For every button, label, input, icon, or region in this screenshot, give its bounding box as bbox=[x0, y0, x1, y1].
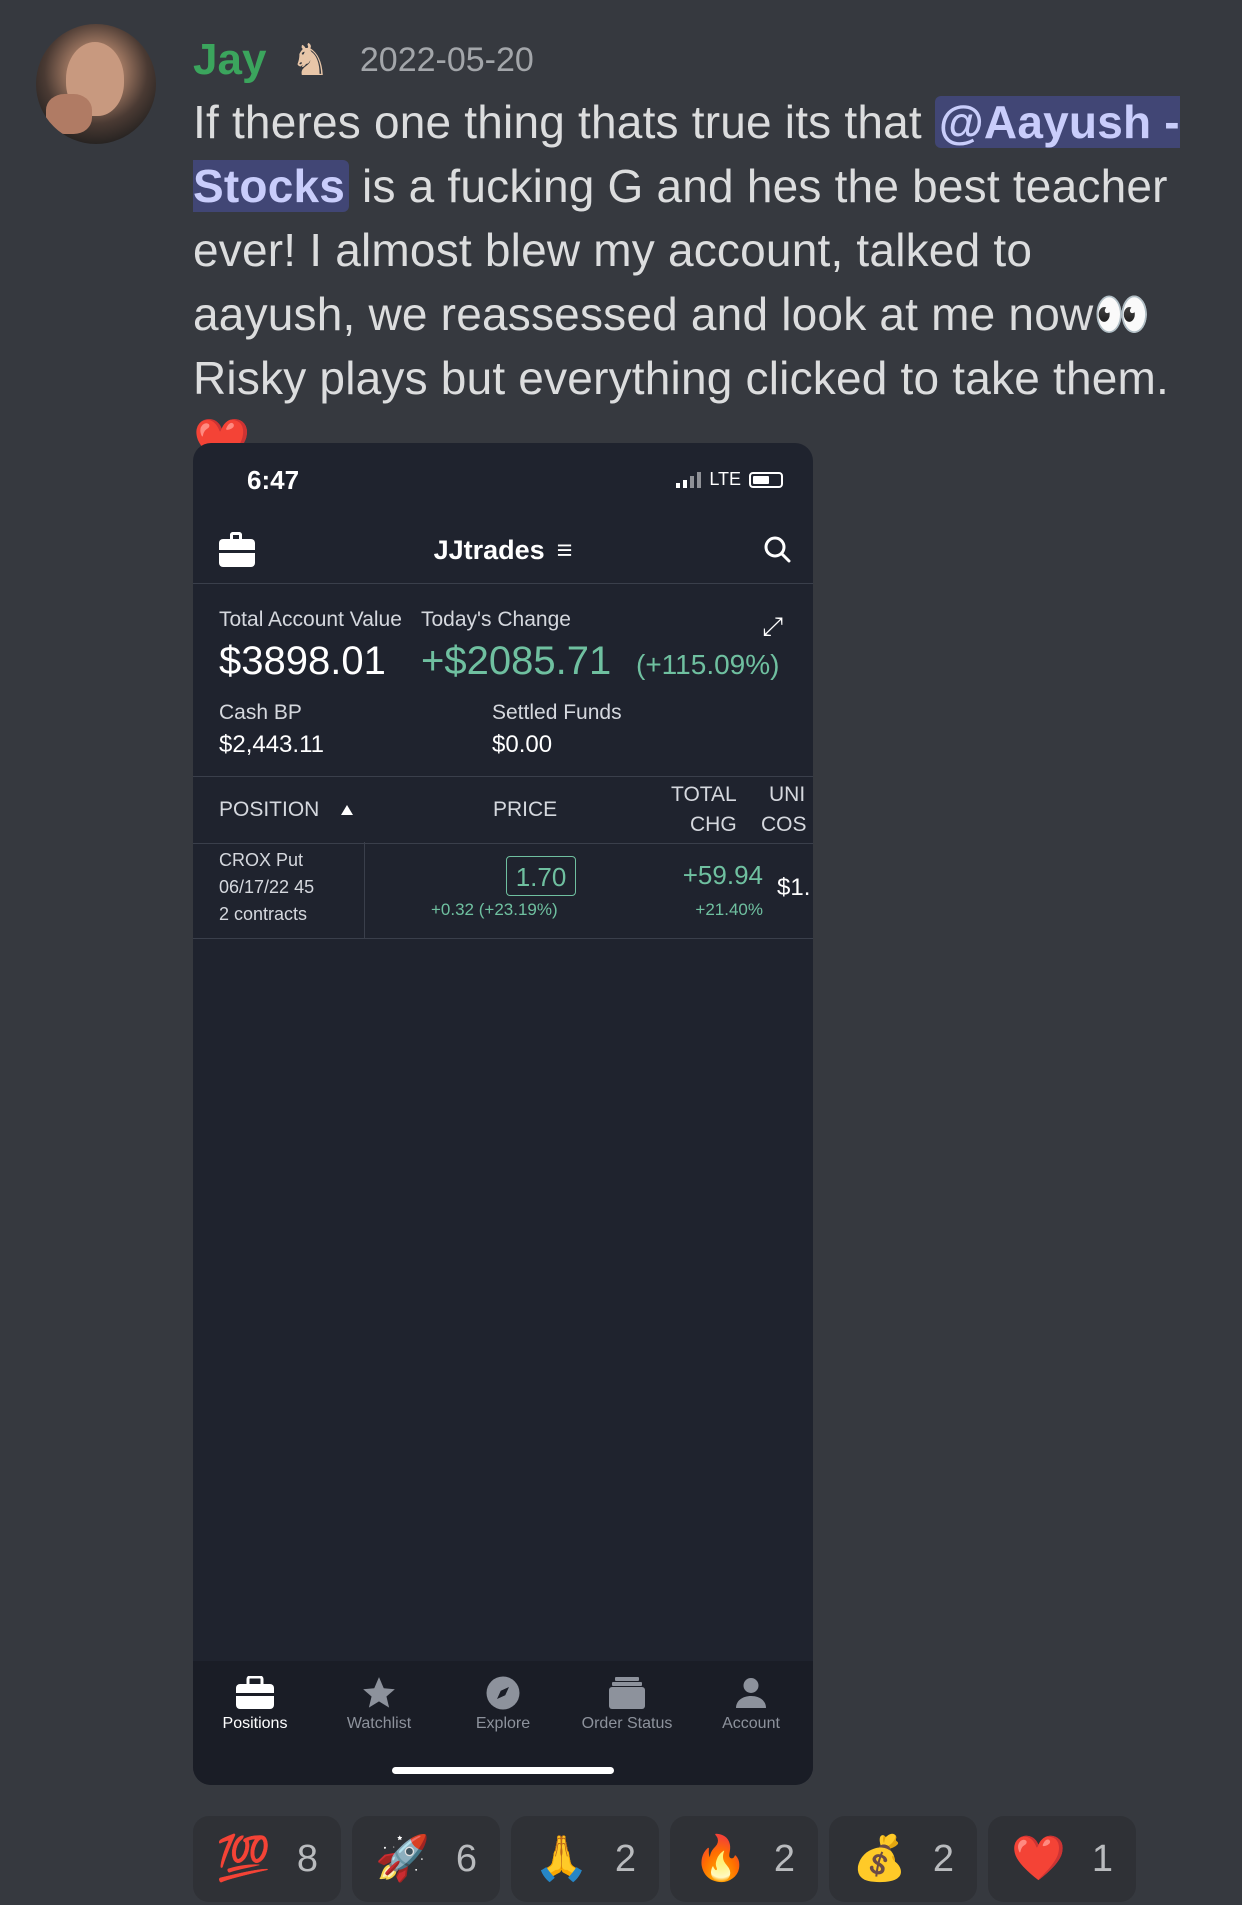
positions-table-header: POSITION PRICE TOTAL CHG UNI COS bbox=[193, 776, 813, 844]
unit-cost-column-header-line2[interactable]: COS bbox=[761, 810, 807, 840]
reaction-count: 1 bbox=[1091, 1837, 1113, 1880]
message-text-1: If theres one thing thats true its that bbox=[193, 96, 935, 148]
home-indicator bbox=[392, 1767, 614, 1774]
position-quantity: 2 contracts bbox=[219, 904, 308, 924]
rocket-icon: 🚀 bbox=[375, 1833, 430, 1884]
hundred-points-icon: 💯 bbox=[216, 1833, 271, 1884]
app-navbar: JJtrades ≡ bbox=[193, 523, 813, 584]
tab-explore[interactable]: Explore bbox=[441, 1671, 565, 1733]
eyes-emoji: 👀 bbox=[1093, 288, 1151, 340]
total-chg-column-header-line1[interactable]: TOTAL bbox=[671, 780, 737, 810]
position-expiry: 06/17/22 45 bbox=[219, 877, 315, 897]
user-avatar[interactable] bbox=[36, 24, 156, 144]
compass-icon bbox=[441, 1671, 565, 1715]
reaction-pray[interactable]: 🙏 2 bbox=[511, 1816, 659, 1902]
reaction-count: 6 bbox=[455, 1837, 477, 1880]
unit-cost-value: $1. bbox=[777, 874, 811, 901]
attached-screenshot[interactable]: 6:47 LTE JJtrades ≡ Total Account Value T… bbox=[193, 443, 813, 1785]
tab-label: Positions bbox=[222, 1715, 288, 1732]
settled-funds-label: Settled Funds bbox=[492, 701, 622, 724]
tab-account[interactable]: Account bbox=[689, 1671, 813, 1733]
total-change-value: +59.94 bbox=[682, 860, 763, 890]
todays-change-value: +$2085.71 bbox=[421, 639, 612, 683]
account-title[interactable]: JJtrades ≡ bbox=[193, 535, 813, 566]
chess-knight-icon: ♞ bbox=[290, 34, 330, 86]
total-chg-column-header-line2[interactable]: CHG bbox=[690, 810, 737, 840]
price-change: +0.32 (+23.19%) bbox=[431, 900, 558, 919]
avatar-hand bbox=[46, 94, 92, 134]
account-name: JJtrades bbox=[433, 535, 545, 565]
briefcase-icon bbox=[193, 1671, 317, 1715]
reaction-count: 2 bbox=[773, 1837, 795, 1880]
price-value[interactable]: 1.70 bbox=[506, 856, 576, 896]
position-header-label: POSITION bbox=[219, 798, 320, 821]
signal-icon bbox=[676, 471, 702, 488]
todays-change-percent: (+115.09%) bbox=[636, 649, 780, 680]
reaction-100[interactable]: 💯 8 bbox=[193, 1816, 341, 1902]
reaction-count: 8 bbox=[296, 1837, 318, 1880]
total-account-value-label: Total Account Value bbox=[219, 608, 402, 631]
network-label: LTE bbox=[709, 469, 741, 489]
reaction-heart[interactable]: ❤️ 1 bbox=[988, 1816, 1136, 1902]
settled-funds-value: $0.00 bbox=[492, 731, 553, 758]
expand-icon[interactable]: ⤢ bbox=[762, 611, 783, 643]
tab-label: Explore bbox=[475, 1715, 531, 1732]
folded-hands-icon: 🙏 bbox=[534, 1833, 589, 1884]
tab-order-status[interactable]: Order Status bbox=[565, 1671, 689, 1733]
table-row[interactable]: CROX Put 06/17/22 45 2 contracts 1.70 +0… bbox=[193, 842, 813, 939]
menu-icon: ≡ bbox=[556, 535, 573, 565]
reaction-count: 2 bbox=[614, 1837, 636, 1880]
cash-bp-label: Cash BP bbox=[219, 701, 302, 724]
status-indicators: LTE bbox=[676, 469, 783, 490]
message-header: Jay ♞ 2022-05-20 bbox=[193, 30, 534, 90]
reaction-count: 2 bbox=[932, 1837, 954, 1880]
battery-icon bbox=[749, 471, 783, 488]
position-symbol: CROX Put bbox=[219, 850, 304, 870]
heart-icon: ❤️ bbox=[1011, 1833, 1066, 1884]
username[interactable]: Jay bbox=[193, 35, 266, 85]
stack-icon bbox=[565, 1671, 689, 1715]
reactions-bar: 💯 8 🚀 6 🙏 2 🔥 2 💰 2 ❤️ 1 bbox=[193, 1816, 1136, 1902]
fire-icon: 🔥 bbox=[693, 1833, 748, 1884]
search-icon[interactable] bbox=[763, 535, 791, 563]
todays-change-label: Today's Change bbox=[421, 608, 571, 631]
reaction-money-bag[interactable]: 💰 2 bbox=[829, 1816, 977, 1902]
sort-ascending-icon bbox=[341, 805, 354, 816]
tab-watchlist[interactable]: Watchlist bbox=[317, 1671, 441, 1733]
message-timestamp: 2022-05-20 bbox=[359, 40, 534, 79]
reaction-fire[interactable]: 🔥 2 bbox=[670, 1816, 818, 1902]
cash-bp-value: $2,443.11 bbox=[219, 731, 324, 758]
tab-label: Watchlist bbox=[346, 1715, 412, 1732]
tab-label: Order Status bbox=[581, 1715, 673, 1732]
position-column-header[interactable]: POSITION bbox=[219, 795, 354, 825]
money-bag-icon: 💰 bbox=[852, 1833, 907, 1884]
unit-cost-column-header-line1[interactable]: UNI bbox=[769, 780, 805, 810]
status-time: 6:47 bbox=[247, 465, 300, 495]
star-icon bbox=[317, 1671, 441, 1715]
total-account-value: $3898.01 bbox=[219, 639, 386, 683]
tab-positions[interactable]: Positions bbox=[193, 1671, 317, 1733]
message-text-3: Risky plays but everything clicked to ta… bbox=[193, 352, 1170, 404]
person-icon bbox=[689, 1671, 813, 1715]
column-divider bbox=[364, 842, 365, 938]
reaction-rocket[interactable]: 🚀 6 bbox=[352, 1816, 500, 1902]
total-change-percent: +21.40% bbox=[695, 900, 763, 919]
price-column-header[interactable]: PRICE bbox=[493, 795, 557, 825]
message-content: If theres one thing thats true its that … bbox=[193, 90, 1193, 474]
tab-label: Account bbox=[722, 1715, 780, 1732]
